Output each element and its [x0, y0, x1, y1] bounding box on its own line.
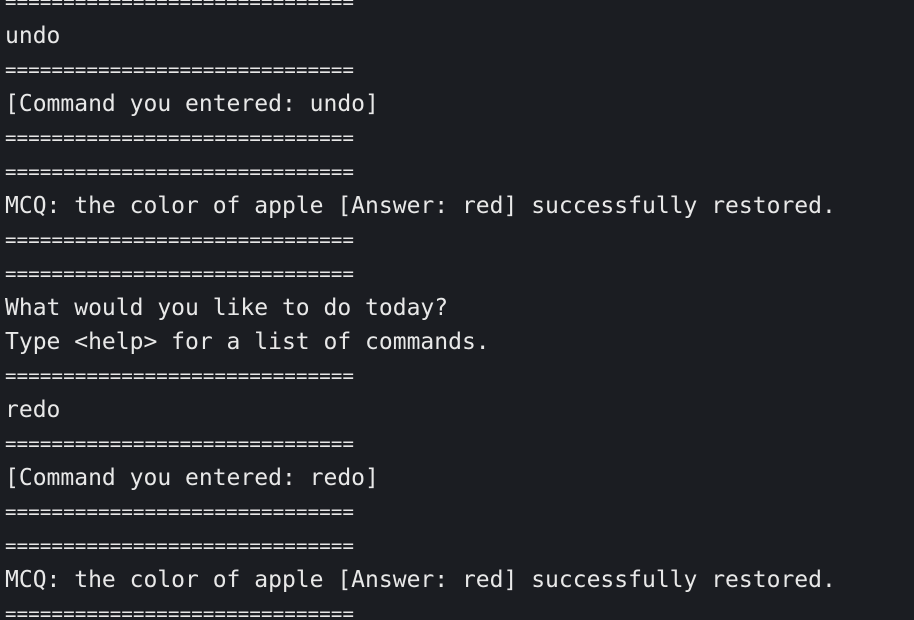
separator-line: ============================== — [5, 59, 355, 81]
separator-line: ============================== — [5, 161, 355, 183]
separator-line: ============================== — [5, 501, 355, 523]
command-echo-line: [Command you entered: undo] — [5, 91, 379, 117]
help-hint-line: Type <help> for a list of commands. — [5, 329, 490, 355]
separator-line: ============================== — [5, 433, 355, 455]
separator-line: ============================== — [5, 535, 355, 557]
terminal-output: ============================== undo ====… — [5, 0, 836, 620]
user-input-line: redo — [5, 397, 61, 423]
separator-line: ============================== — [5, 603, 355, 620]
separator-line: ============================== — [5, 127, 355, 149]
separator-line: ============================== — [5, 365, 355, 387]
command-echo-line: [Command you entered: redo] — [5, 465, 379, 491]
result-message-line: MCQ: the color of apple [Answer: red] su… — [5, 193, 836, 219]
separator-line: ============================== — [5, 0, 355, 13]
terminal-window[interactable]: ============================== undo ====… — [0, 0, 914, 620]
result-message-line: MCQ: the color of apple [Answer: red] su… — [5, 567, 836, 593]
prompt-question-line: What would you like to do today? — [5, 295, 449, 321]
separator-line: ============================== — [5, 263, 355, 285]
separator-line: ============================== — [5, 229, 355, 251]
user-input-line: undo — [5, 23, 61, 49]
